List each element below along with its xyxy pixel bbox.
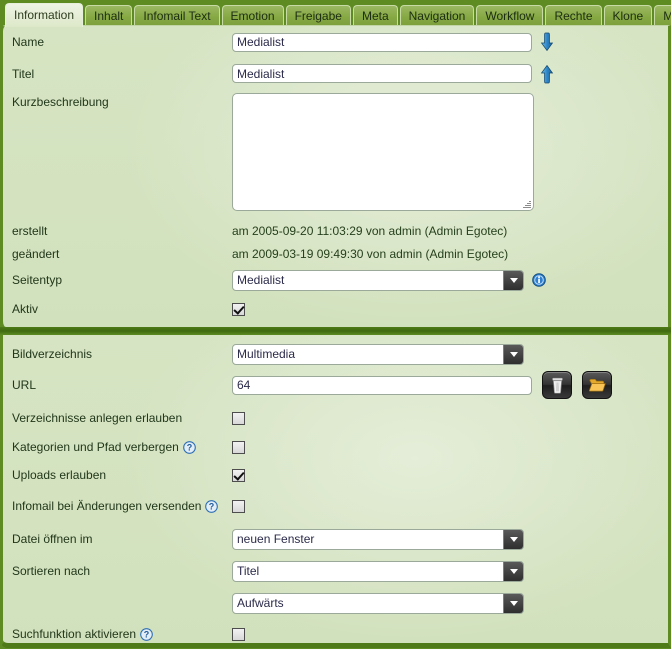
tab-label: Rechte	[554, 9, 593, 23]
url-label: URL	[12, 378, 37, 392]
row-uploads-erlauben: Uploads erlauben	[3, 461, 668, 489]
uploads-label: Uploads erlauben	[12, 468, 107, 482]
chevron-down-icon	[503, 344, 523, 364]
row-verzeichnisse-anlegen: Verzeichnisse anlegen erlauben	[3, 403, 668, 433]
tab-label: Media	[663, 9, 671, 23]
tab-label: Klone	[612, 9, 644, 23]
aktiv-checkbox[interactable]	[232, 302, 245, 316]
tab-label: Workflow	[485, 9, 535, 23]
infomail-checkbox[interactable]	[232, 499, 245, 513]
info-icon[interactable]	[532, 273, 546, 287]
sortieren-direction-select[interactable]: Aufwärts	[232, 592, 524, 614]
tab-meta[interactable]: Meta	[352, 5, 398, 26]
help-icon[interactable]: ?	[140, 627, 153, 641]
arrow-up-icon[interactable]	[540, 64, 554, 84]
url-input[interactable]	[232, 375, 532, 395]
browse-button[interactable]	[582, 371, 612, 399]
geaendert-value: am 2009-03-19 09:49:30 von admin (Admin …	[232, 246, 509, 261]
seitentyp-label: Seitentyp	[12, 273, 63, 287]
suchfunktion-checkbox[interactable]	[232, 627, 245, 641]
folder-icon	[588, 378, 606, 392]
kurzbeschreibung-label: Kurzbeschreibung	[12, 95, 109, 109]
row-name: Name	[3, 26, 668, 58]
row-suchfunktion: Suchfunktion aktivieren ?	[3, 619, 668, 649]
tab-freigabe[interactable]: Freigabe	[285, 5, 351, 26]
sortieren-value: Titel	[237, 563, 260, 578]
row-kategorien-verbergen: Kategorien und Pfad verbergen ?	[3, 433, 668, 461]
row-datei-oeffnen: Datei öffnen im neuen Fenster	[3, 523, 668, 555]
titel-label: Titel	[12, 66, 35, 81]
arrow-down-icon[interactable]	[540, 32, 554, 52]
tab-rechte[interactable]: Rechte	[545, 5, 602, 26]
name-label: Name	[12, 35, 45, 49]
kurzbeschreibung-textarea[interactable]	[232, 93, 534, 211]
sortieren-direction-value: Aufwärts	[237, 595, 284, 610]
tab-label: Navigation	[408, 9, 466, 23]
delete-button[interactable]	[542, 371, 572, 399]
row-aktiv: Aktiv	[3, 295, 668, 323]
datei-oeffnen-select[interactable]: neuen Fenster	[232, 528, 524, 550]
chevron-down-icon	[503, 561, 523, 581]
information-panel: Name Titel Kurzbeschreibung	[0, 25, 671, 327]
erstellt-label: erstellt	[12, 223, 48, 238]
name-input[interactable]	[232, 32, 532, 52]
sortieren-field-select[interactable]: Titel	[232, 560, 524, 582]
row-infomail-versenden: Infomail bei Änderungen versenden ?	[3, 489, 668, 523]
help-icon[interactable]: ?	[182, 440, 196, 454]
tab-inhalt[interactable]: Inhalt	[85, 5, 133, 26]
verzeichnisse-label: Verzeichnisse anlegen erlauben	[12, 411, 183, 425]
infomail-label: Infomail bei Änderungen versenden	[12, 499, 202, 513]
tab-label: Infomail Text	[143, 9, 211, 23]
row-seitentyp: Seitentyp Medialist	[3, 265, 668, 295]
tab-emotion[interactable]: Emotion	[221, 5, 284, 26]
tab-information[interactable]: Information	[5, 3, 84, 27]
tab-infomail-text[interactable]: Infomail Text	[134, 5, 220, 26]
verzeichnisse-checkbox[interactable]	[232, 411, 245, 425]
tab-label: Freigabe	[294, 9, 342, 23]
bildverzeichnis-value: Multimedia	[237, 346, 296, 361]
svg-text:?: ?	[209, 501, 215, 511]
kategorien-label: Kategorien und Pfad verbergen	[12, 440, 179, 454]
svg-text:?: ?	[187, 442, 193, 452]
seitentyp-select[interactable]: Medialist	[232, 269, 524, 291]
uploads-checkbox[interactable]	[232, 468, 245, 482]
tab-label: Meta	[361, 9, 389, 23]
tab-bar: Information Inhalt Infomail Text Emotion…	[0, 0, 671, 27]
row-titel: Titel	[3, 58, 668, 89]
row-kurzbeschreibung: Kurzbeschreibung	[3, 89, 668, 219]
tab-label: Emotion	[230, 9, 275, 23]
chevron-down-icon	[503, 593, 523, 613]
kategorien-checkbox[interactable]	[232, 440, 245, 454]
row-erstellt: erstellt am 2005-09-20 11:03:29 von admi…	[3, 219, 668, 242]
erstellt-value: am 2005-09-20 11:03:29 von admin (Admin …	[232, 223, 508, 238]
section-divider	[0, 327, 671, 335]
chevron-down-icon	[503, 529, 523, 549]
row-bildverzeichnis: Bildverzeichnis Multimedia	[3, 335, 668, 367]
row-url: URL	[3, 367, 668, 403]
datei-oeffnen-label: Datei öffnen im	[12, 532, 93, 546]
tab-workflow[interactable]: Workflow	[476, 5, 544, 26]
svg-text:?: ?	[144, 629, 150, 639]
tab-label: Inhalt	[94, 9, 124, 23]
aktiv-label: Aktiv	[12, 302, 39, 316]
trash-icon	[551, 377, 563, 394]
datei-oeffnen-value: neuen Fenster	[237, 531, 315, 546]
tab-label: Information	[14, 8, 75, 22]
sortieren-label: Sortieren nach	[12, 564, 91, 578]
tab-navigation[interactable]: Navigation	[399, 5, 475, 26]
suchfunktion-label: Suchfunktion aktivieren	[12, 627, 137, 641]
row-sortieren-nach: Sortieren nach Titel	[3, 555, 668, 587]
tab-media[interactable]: Media	[654, 5, 671, 26]
tab-klone[interactable]: Klone	[603, 5, 653, 26]
titel-input[interactable]	[232, 64, 532, 83]
row-sortieren-richtung: Aufwärts	[3, 587, 668, 619]
seitentyp-value: Medialist	[237, 272, 285, 287]
help-icon[interactable]: ?	[205, 499, 219, 513]
geaendert-label: geändert	[12, 246, 60, 261]
media-settings-panel: Bildverzeichnis Multimedia URL 64 Verzei…	[0, 335, 671, 648]
bildverzeichnis-select[interactable]: Multimedia	[232, 343, 524, 365]
chevron-down-icon	[503, 270, 523, 290]
bildverzeichnis-label: Bildverzeichnis	[12, 347, 93, 361]
row-geaendert: geändert am 2009-03-19 09:49:30 von admi…	[3, 242, 668, 265]
